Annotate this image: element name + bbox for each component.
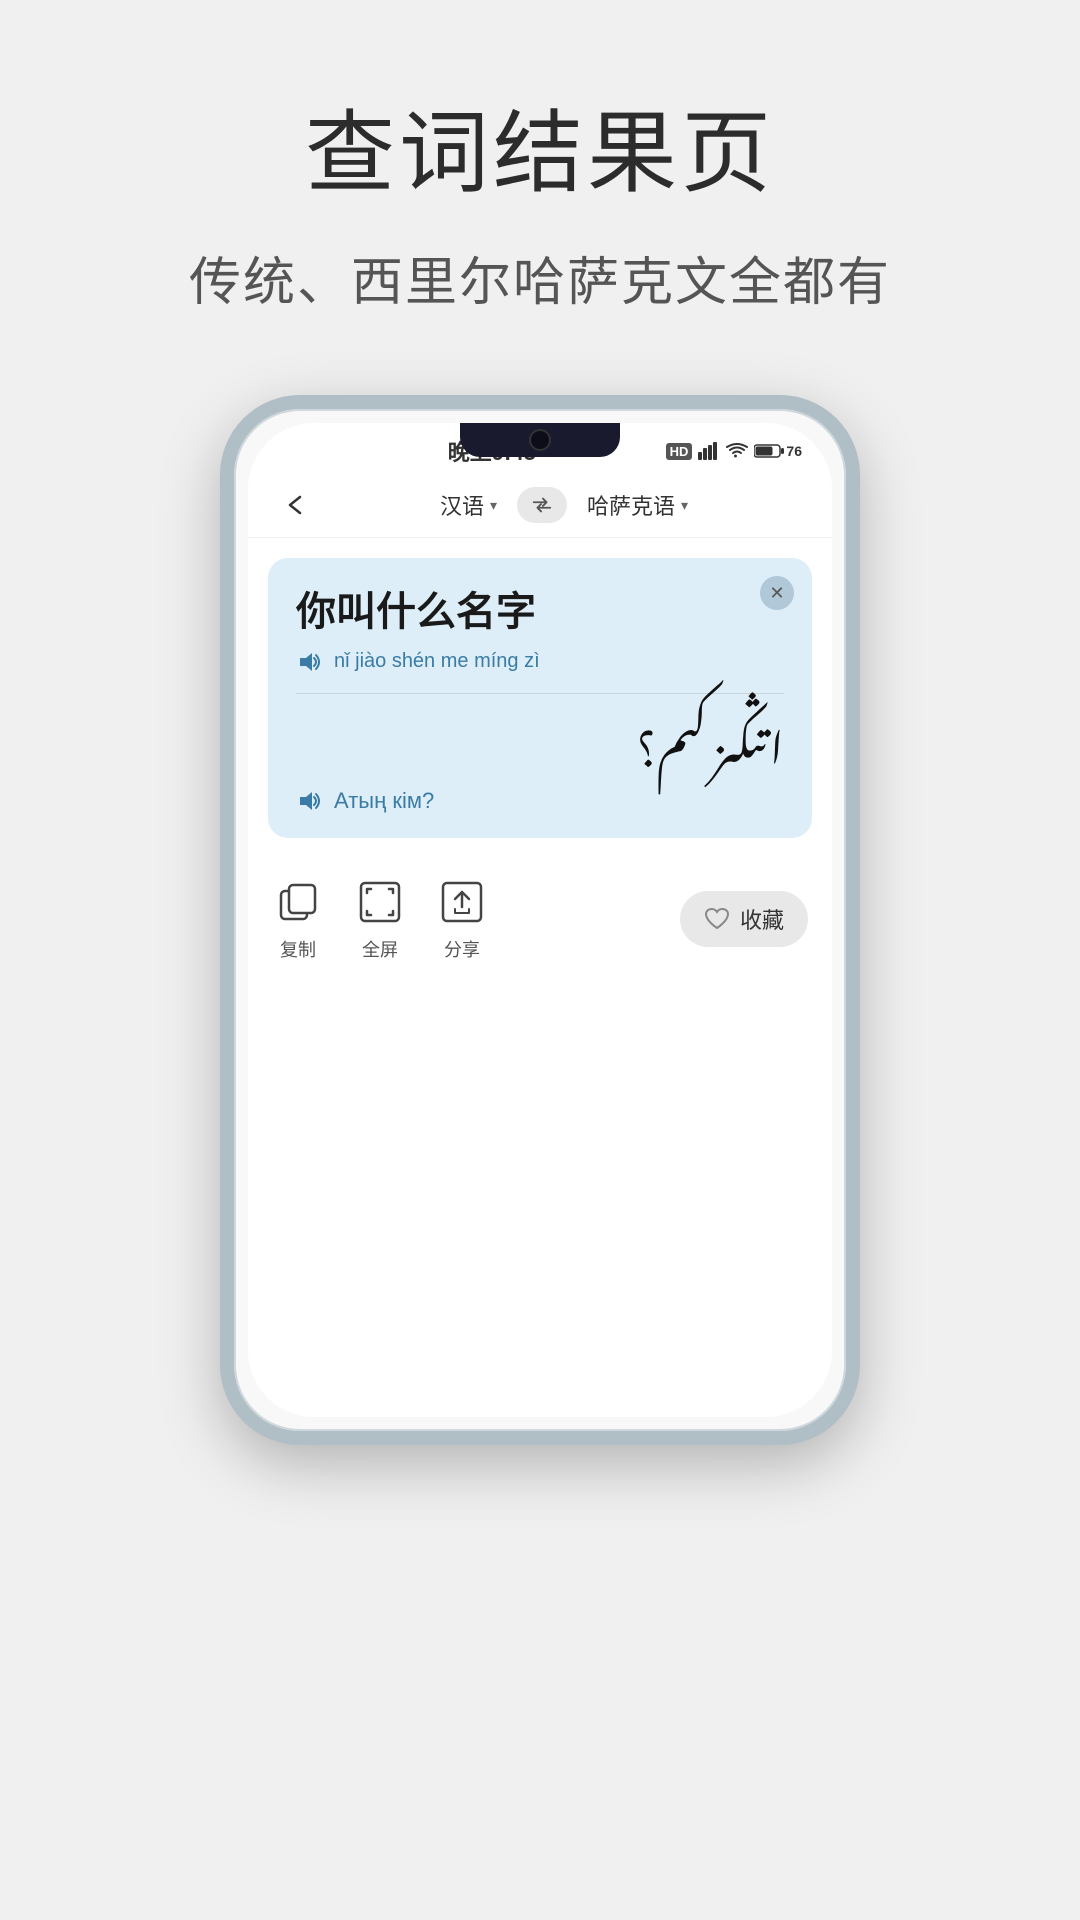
source-lang-label: 汉语 [440, 489, 484, 521]
source-lang-chevron: ▾ [490, 497, 497, 514]
phonetic-text: nǐ jiào shén me míng zì [334, 650, 540, 673]
phone-frame: 晚上9:43 HD [220, 395, 860, 1445]
copy-icon [272, 876, 324, 928]
close-button[interactable]: ✕ [760, 576, 794, 610]
translation-card: ✕ 你叫什么名字 nǐ jiào shén me míng zì اتىڭىز … [268, 558, 812, 838]
page-title-section: 查词结果页 传统、西里尔哈萨克文全都有 [0, 0, 1080, 315]
share-button[interactable]: 分享 [436, 876, 488, 962]
swap-lang-button[interactable] [517, 487, 567, 523]
copy-label: 复制 [280, 936, 316, 962]
source-speaker-icon[interactable] [296, 651, 324, 673]
fullscreen-button[interactable]: 全屏 [354, 876, 406, 962]
camera-notch [460, 423, 620, 457]
target-lang-label: 哈萨克语 [587, 489, 675, 521]
latin-text: Атың кім? [334, 788, 434, 814]
lang-selector: 汉语 ▾ 哈萨克语 ▾ [320, 487, 808, 523]
favorite-label: 收藏 [740, 903, 784, 935]
favorite-button[interactable]: 收藏 [680, 891, 808, 947]
action-buttons-left: 复制 全屏 [272, 876, 488, 962]
target-speaker-icon[interactable] [296, 790, 324, 812]
share-icon [436, 876, 488, 928]
phone-mockup: 晚上9:43 HD [220, 395, 860, 1495]
status-icons: HD [666, 442, 802, 460]
source-text: 你叫什么名字 [296, 586, 784, 638]
source-lang-button[interactable]: 汉语 ▾ [440, 489, 497, 521]
fullscreen-icon [354, 876, 406, 928]
page-subtitle: 传统、西里尔哈萨克文全都有 [0, 240, 1080, 315]
top-nav: 汉语 ▾ 哈萨克语 ▾ [248, 473, 832, 538]
arabic-translation: اتىڭىز كىم؟ [296, 710, 784, 772]
share-label: 分享 [444, 936, 480, 962]
page-title: 查词结果页 [0, 80, 1080, 210]
fullscreen-label: 全屏 [362, 936, 398, 962]
hd-badge-1: HD [666, 443, 693, 460]
back-button[interactable] [272, 489, 320, 521]
battery-icon: 76 [754, 443, 802, 459]
signal-icon [698, 442, 720, 460]
action-bar: 复制 全屏 [248, 858, 832, 980]
target-lang-button[interactable]: 哈萨克语 ▾ [587, 489, 688, 521]
status-bar: 晚上9:43 HD [248, 423, 832, 473]
target-lang-chevron: ▾ [681, 497, 688, 514]
battery-level: 76 [786, 443, 802, 459]
camera-dot [529, 429, 551, 451]
copy-button[interactable]: 复制 [272, 876, 324, 962]
source-phonetic: nǐ jiào shén me míng zì [296, 650, 784, 673]
phone-screen: 晚上9:43 HD [248, 423, 832, 1417]
wifi-icon [726, 443, 748, 459]
